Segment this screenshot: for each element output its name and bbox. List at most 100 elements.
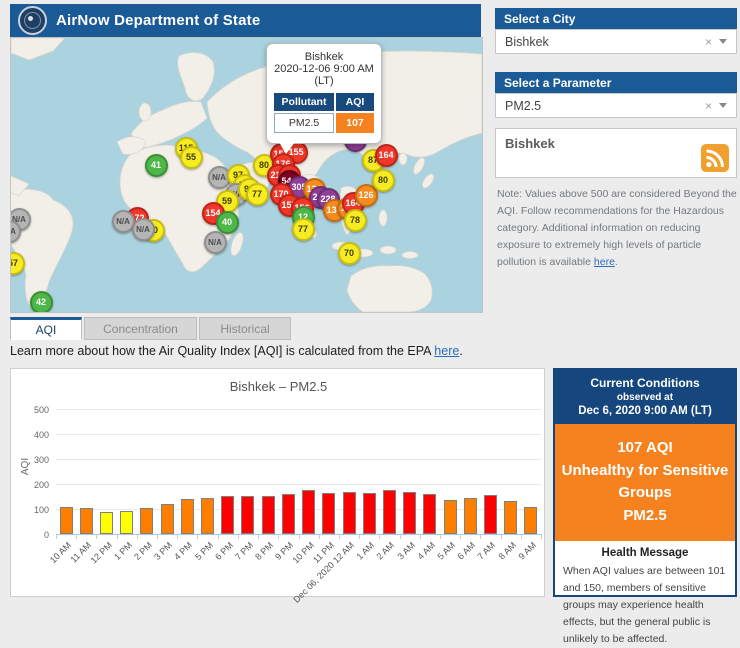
world-aqi-map[interactable]: 411155580N/A9771N/A94775915440172N/A70N/… [10,37,483,313]
chart-bar[interactable] [484,495,497,534]
gridline [56,459,541,460]
tab-concentration[interactable]: Concentration [84,317,197,340]
map-marker[interactable]: 40 [216,211,239,234]
current-conditions-card: Current Conditions observed at Dec 6, 20… [553,368,737,597]
chart-bar[interactable] [403,492,416,534]
dos-seal-logo [18,6,47,35]
map-marker[interactable]: 80 [372,169,395,192]
popup-col-aqi: AQI [336,93,374,111]
popup-datetime: 2020-12-06 9:00 AM [272,63,376,75]
note-suffix: . [615,256,618,268]
map-marker[interactable]: N/A [204,231,227,254]
map-marker[interactable]: 42 [30,291,53,314]
map-marker[interactable]: N/A [132,218,155,241]
popup-city: Bishkek [272,51,376,63]
app-title: AirNow Department of State [56,12,260,29]
map-marker[interactable]: 77 [292,218,315,241]
chart-bar[interactable] [444,500,457,534]
x-axis-tick [521,535,522,539]
map-marker[interactable]: 77 [246,183,269,206]
chart-bar[interactable] [221,496,234,534]
chart-bar[interactable] [201,498,214,534]
x-axis-tick [258,535,259,539]
map-marker[interactable]: 78 [344,209,367,232]
x-axis-tick [420,535,421,539]
chart-bar[interactable] [504,501,517,534]
tab-aqi[interactable]: AQI [10,317,82,340]
select-parameter-header: Select a Parameter [495,72,737,93]
x-axis-tick [157,535,158,539]
x-axis-tick [480,535,481,539]
select-city-header: Select a City [495,8,737,29]
city-clear-icon[interactable]: × [698,35,719,49]
chart-bar[interactable] [363,493,376,534]
aqi-bar-chart: Bishkek – PM2.5 AQI 010020030040050010 A… [10,368,545,597]
city-dropdown-caret-icon[interactable] [719,39,727,44]
chart-bar[interactable] [322,493,335,534]
popup-aqi-value: 107 [336,113,374,133]
learn-more-suffix: . [459,344,462,358]
popup-pollutant-value: PM2.5 [274,113,334,133]
chart-title: Bishkek – PM2.5 [11,379,546,394]
epa-here-link[interactable]: here [434,344,459,358]
parameter-select[interactable]: PM2.5 × [495,93,737,118]
note-here-link[interactable]: here [594,256,615,268]
parameter-clear-icon[interactable]: × [698,99,719,113]
health-message-text: When AQI values are between 101 and 150,… [563,563,727,648]
map-marker[interactable]: 164 [375,144,398,167]
chart-bar[interactable] [383,490,396,535]
x-axis-tick [440,535,441,539]
map-marker[interactable]: 41 [145,154,168,177]
x-axis-tick [319,535,320,539]
x-axis-tick [501,535,502,539]
x-axis-tick [177,535,178,539]
city-select-value: Bishkek [505,35,549,49]
health-message-title: Health Message [563,547,727,559]
chart-bar[interactable] [120,511,133,534]
popup-col-pollutant: Pollutant [274,93,334,111]
chart-bar[interactable] [60,507,73,534]
chart-bar[interactable] [464,498,477,534]
chart-bar[interactable] [302,490,315,534]
conditions-aqi-pollutant: PM2.5 [561,505,729,528]
chart-bar[interactable] [100,512,113,534]
map-marker[interactable]: 70 [338,242,361,265]
tab-historical[interactable]: Historical [199,317,291,340]
chart-bar[interactable] [161,504,174,535]
x-axis-tick [137,535,138,539]
x-axis-tick [218,535,219,539]
y-axis-tick: 500 [17,405,49,415]
gridline [56,484,541,485]
view-tabs: AQI Concentration Historical [10,317,291,340]
x-axis-tick [379,535,380,539]
parameter-dropdown-caret-icon[interactable] [719,103,727,108]
x-axis-tick [278,535,279,539]
chart-bar[interactable] [80,508,93,534]
chart-bar[interactable] [423,494,436,534]
map-marker[interactable]: 55 [180,146,203,169]
learn-more-prefix: Learn more about how the Air Quality Ind… [10,344,434,358]
gridline [56,434,541,435]
chart-bar[interactable] [241,496,254,535]
chart-bar[interactable] [343,492,356,534]
chart-bar[interactable] [282,494,295,534]
y-axis-tick: 0 [17,530,49,540]
conditions-datetime: Dec 6, 2020 9:00 AM (LT) [559,405,731,417]
conditions-observed: observed at [559,392,731,403]
rss-feed-icon[interactable] [701,144,729,172]
chart-bar[interactable] [262,496,275,535]
app-header: AirNow Department of State [10,4,481,37]
conditions-aqi-block: 107 AQI Unhealthy for Sensitive Groups P… [555,424,735,541]
x-axis-tick [96,535,97,539]
y-axis-tick: 400 [17,430,49,440]
x-axis-tick [76,535,77,539]
chart-bar[interactable] [181,499,194,534]
learn-more-text: Learn more about how the Air Quality Ind… [10,344,463,358]
chart-bar[interactable] [524,507,537,534]
x-axis-tick [359,535,360,539]
conditions-aqi-category: Unhealthy for Sensitive Groups [561,460,729,505]
health-message: Health Message When AQI values are betwe… [555,541,735,648]
current-conditions-header: Current Conditions observed at Dec 6, 20… [555,370,735,424]
chart-bar[interactable] [140,508,153,534]
city-select[interactable]: Bishkek × [495,29,737,54]
